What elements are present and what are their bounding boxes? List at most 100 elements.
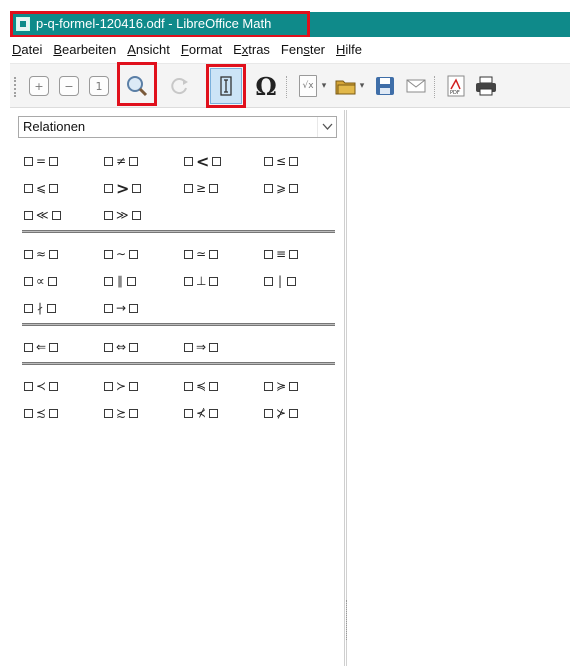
placeholder-box-icon [24,183,33,193]
email-button[interactable] [402,72,430,100]
menu-item[interactable]: Extras [227,42,275,57]
placeholder-box-icon [129,408,139,418]
text-cursor-icon [220,76,232,96]
placeholder-box-icon [24,408,33,418]
relation-symbol-button[interactable]: ∼ [104,244,139,264]
relation-operator: ≾ [36,406,47,420]
relation-symbol-button[interactable]: ∝ [24,271,57,291]
placeholder-box-icon [129,381,139,391]
placeholder-box-icon [104,381,113,391]
menu-item-accelerator: B [53,42,63,57]
relation-symbol-button[interactable]: ≃ [184,244,219,264]
floppy-disk-icon [376,77,394,95]
relation-symbol-button[interactable]: ≼ [184,376,219,396]
update-button[interactable] [166,72,194,100]
relation-symbol-button[interactable]: ≺ [24,376,59,396]
placeholder-box-icon [24,249,33,259]
menu-item[interactable]: Bearbeiten [47,42,121,57]
symbol-row: ≺ ≻ ≼ ≽ [24,376,344,396]
title-highlight-frame [10,11,310,38]
relation-operator: ≺ [36,379,47,393]
relation-symbol-button[interactable]: ⇐ [24,337,59,357]
import-dropdown-button[interactable]: ▾ [318,72,330,100]
symbol-row: ∝ ∥ ⊥ | [24,271,344,291]
relation-symbol-button[interactable]: → [104,298,139,318]
placeholder-box-icon [289,381,299,391]
relation-symbol-button[interactable]: ≿ [104,403,139,423]
print-button[interactable] [472,72,500,100]
relation-symbol-button[interactable]: ≤ [264,151,299,171]
relation-symbol-button[interactable]: ≈ [24,244,59,264]
menu-item[interactable]: Ansicht [121,42,175,57]
formula-preview-area[interactable] [346,110,570,666]
relation-symbol-button[interactable]: ∤ [24,298,56,318]
placeholder-box-icon [209,249,219,259]
relation-symbol-button[interactable]: ≻ [104,376,139,396]
relation-symbol-button[interactable]: ⇔ [104,337,139,357]
relation-symbol-button[interactable]: ≽ [264,376,299,396]
relation-operator: ⊥ [196,274,207,288]
relation-operator: ≤ [276,154,287,168]
zoom-in-button[interactable]: + [25,72,53,100]
placeholder-box-icon [209,183,219,193]
relation-symbol-button[interactable]: ≪ [24,205,61,225]
menu-item[interactable]: Fenster [275,42,330,57]
panel-splitter[interactable] [346,600,349,640]
export-pdf-button[interactable]: PDF [442,72,470,100]
relation-symbol-button[interactable]: ≾ [24,403,59,423]
placeholder-box-icon [104,156,113,166]
menu-item[interactable]: Datei [10,42,47,57]
relation-symbol-button[interactable]: ≡ [264,244,299,264]
placeholder-box-icon [184,408,193,418]
symbols-button[interactable]: Ω [252,72,280,101]
show-all-button[interactable]: 1 [85,72,113,100]
menu-item-text: earbeiten [62,42,117,57]
toolbar-grip[interactable] [14,77,16,97]
open-dropdown-button[interactable]: ▾ [356,72,368,100]
relation-symbol-button[interactable]: ≫ [104,205,141,225]
chevron-down-icon [322,123,332,130]
group-divider [22,230,335,233]
relation-symbol-button[interactable]: | [264,271,296,291]
category-dropdown-button[interactable] [317,117,336,137]
menu-item[interactable]: Hilfe [330,42,367,57]
formula-cursor-button[interactable] [212,72,240,100]
relation-symbol-button[interactable]: ≠ [104,151,139,171]
printer-icon [476,76,496,96]
relation-symbol-button[interactable]: < [184,151,222,171]
relation-symbol-button[interactable]: > [104,178,142,198]
symbol-row: ⩽ > ≥ ⩾ [24,178,344,198]
relation-operator: ⊁ [276,406,287,420]
placeholder-box-icon [104,183,113,193]
relation-operator: ⩽ [36,181,47,195]
save-button[interactable] [371,72,399,100]
placeholder-box-icon [209,381,219,391]
relation-symbol-button[interactable]: ⊁ [264,403,299,423]
symbol-row: ∤ → [24,298,344,318]
relation-operator: ≪ [36,208,49,222]
relation-symbol-button[interactable]: ≥ [184,178,219,198]
placeholder-box-icon [129,342,139,352]
refresh-icon [171,78,188,95]
relation-symbol-button[interactable]: ⊀ [184,403,219,423]
relation-symbol-button[interactable]: = [24,151,59,171]
placeholder-box-icon [104,210,113,220]
menu-item[interactable]: Format [175,42,227,57]
zoom-in-icon: + [29,76,49,96]
relation-symbol-button[interactable]: ⇒ [184,337,219,357]
placeholder-box-icon [184,276,193,286]
relation-operator: | [277,274,283,288]
relation-symbol-button[interactable]: ⩾ [264,178,299,198]
placeholder-box-icon [127,276,136,286]
zoom-formula-button[interactable] [123,72,151,100]
relation-symbol-button[interactable]: ⊥ [184,271,219,291]
placeholder-box-icon [264,249,273,259]
category-select[interactable]: Relationen [18,116,337,138]
placeholder-box-icon [104,276,113,286]
relation-symbol-button[interactable]: ∥ [104,271,136,291]
zoom-out-button[interactable]: − [55,72,83,100]
placeholder-box-icon [264,183,273,193]
symbol-row: ≪ ≫ [24,205,344,225]
placeholder-box-icon [212,156,222,166]
relation-symbol-button[interactable]: ⩽ [24,178,59,198]
